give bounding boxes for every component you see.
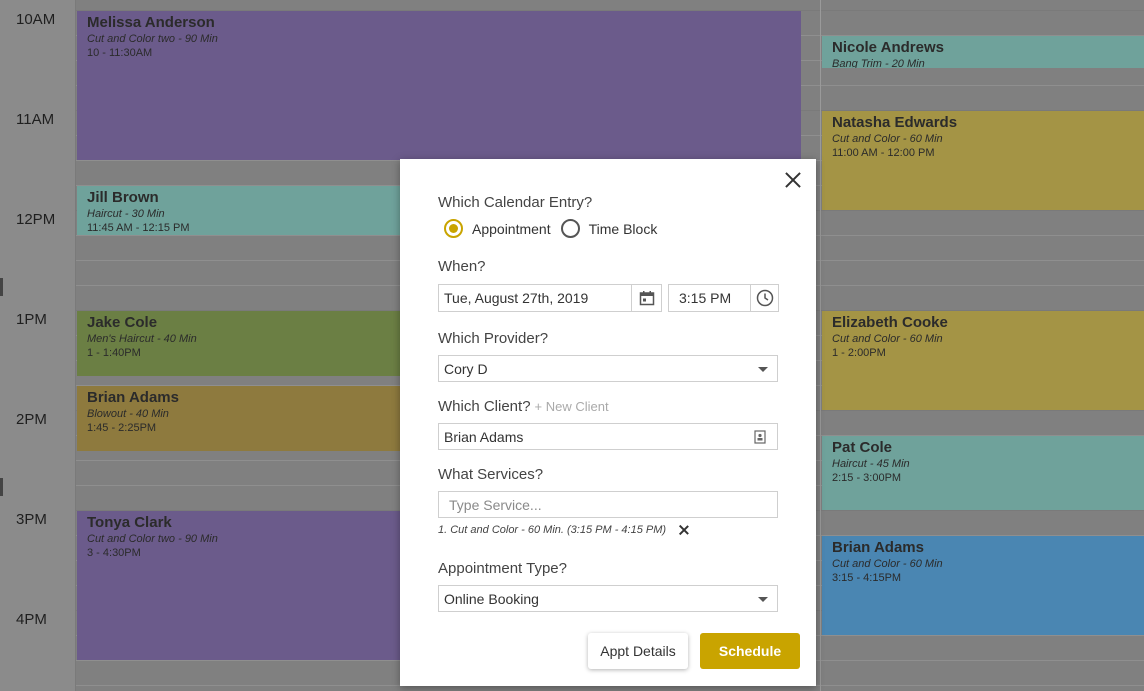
appointment-client: Elizabeth Cooke: [832, 314, 948, 331]
client-value: Brian Adams: [444, 428, 524, 445]
appointment-type-select[interactable]: Online Booking: [438, 585, 778, 612]
time-label: 1PM: [16, 311, 47, 328]
new-entry-dialog: Which Calendar Entry? Appointment Time B…: [400, 159, 816, 686]
appointment-type-question: Appointment Type?: [438, 560, 567, 577]
appointment-service: Cut and Color - 60 Min: [832, 333, 943, 345]
time-value: 3:15 PM: [679, 290, 732, 306]
new-client-link[interactable]: + New Client: [535, 399, 609, 414]
when-question: When?: [438, 258, 486, 275]
appt-details-button[interactable]: Appt Details: [588, 633, 688, 669]
time-label: 10AM: [16, 11, 56, 28]
selected-service-item: 1. Cut and Color - 60 Min. (3:15 PM - 4:…: [438, 524, 690, 536]
time-block-radio[interactable]: [560, 219, 580, 238]
schedule-button[interactable]: Schedule: [700, 633, 800, 669]
clock-icon[interactable]: [750, 285, 778, 311]
appointment-radio[interactable]: [444, 219, 463, 238]
appointment-client: Natasha Edwards: [832, 114, 958, 131]
appointment-radio-label[interactable]: Appointment: [472, 221, 551, 237]
chevron-down-icon: [758, 597, 768, 602]
appointment-client: Melissa Anderson: [87, 14, 215, 31]
scroll-marker: [0, 478, 3, 496]
appointment-time: 10 - 11:30AM: [87, 47, 153, 59]
appointment-block[interactable]: Nicole Andrews Bang Trim - 20 Min: [822, 36, 1144, 68]
service-input[interactable]: Type Service...: [438, 491, 778, 518]
appointment-time: 1 - 2:00PM: [832, 347, 886, 359]
time-field[interactable]: 3:15 PM: [668, 284, 779, 312]
service-placeholder: Type Service...: [449, 496, 542, 513]
provider-select[interactable]: Cory D: [438, 355, 778, 382]
appointment-service: Bang Trim - 20 Min: [832, 58, 925, 68]
client-field[interactable]: Brian Adams: [438, 423, 778, 450]
services-question: What Services?: [438, 466, 544, 483]
time-label: 4PM: [16, 611, 47, 628]
contact-card-icon[interactable]: [753, 430, 767, 447]
appointment-time: 11:00 AM - 12:00 PM: [832, 147, 935, 159]
appointment-block[interactable]: Brian Adams Cut and Color - 60 Min 3:15 …: [822, 536, 1144, 635]
chevron-down-icon: [758, 367, 768, 372]
time-column: 10AM 11AM 12PM 1PM 2PM 3PM 4PM: [0, 0, 76, 691]
provider-question: Which Provider?: [438, 330, 549, 347]
appointment-client: Pat Cole: [832, 439, 893, 456]
close-icon[interactable]: [782, 169, 804, 191]
time-label: 3PM: [16, 511, 47, 528]
appointment-block[interactable]: Melissa Anderson Cut and Color two - 90 …: [77, 11, 801, 160]
date-value: Tue, August 27th, 2019: [444, 290, 589, 306]
time-label: 2PM: [16, 411, 47, 428]
date-field[interactable]: Tue, August 27th, 2019: [438, 284, 662, 312]
time-label: 11AM: [16, 111, 55, 128]
appointment-block[interactable]: Pat Cole Haircut - 45 Min 2:15 - 3:00PM: [822, 436, 1144, 510]
appointment-time: 2:15 - 3:00PM: [832, 472, 902, 484]
appointment-client: Brian Adams: [832, 539, 924, 556]
selected-service-label: 1. Cut and Color - 60 Min. (3:15 PM - 4:…: [438, 524, 667, 536]
entry-type-question: Which Calendar Entry?: [438, 194, 593, 211]
provider-value: Cory D: [444, 360, 488, 377]
column-separator: [820, 0, 821, 691]
calendar-icon[interactable]: [631, 285, 661, 311]
client-question-label: Which Client?: [438, 398, 531, 415]
appointment-service: Cut and Color two - 90 Min: [87, 33, 218, 45]
time-block-radio-label[interactable]: Time Block: [589, 221, 658, 237]
appointment-type-value: Online Booking: [444, 590, 539, 607]
appointment-service: Cut and Color - 60 Min: [832, 558, 943, 570]
appointment-block[interactable]: Elizabeth Cooke Cut and Color - 60 Min 1…: [822, 311, 1144, 410]
entry-type-radio-group: Appointment Time Block: [444, 219, 667, 238]
scroll-marker: [0, 278, 3, 296]
appointment-service: Cut and Color - 60 Min: [832, 133, 943, 145]
client-question: Which Client? + New Client: [438, 398, 609, 415]
appointment-time: 3:15 - 4:15PM: [832, 572, 902, 584]
remove-service-icon[interactable]: [678, 524, 690, 536]
appointment-service: Haircut - 45 Min: [832, 458, 910, 470]
time-label: 12PM: [16, 211, 56, 228]
appointment-client: Nicole Andrews: [832, 39, 944, 56]
appointment-block[interactable]: Natasha Edwards Cut and Color - 60 Min 1…: [822, 111, 1144, 210]
